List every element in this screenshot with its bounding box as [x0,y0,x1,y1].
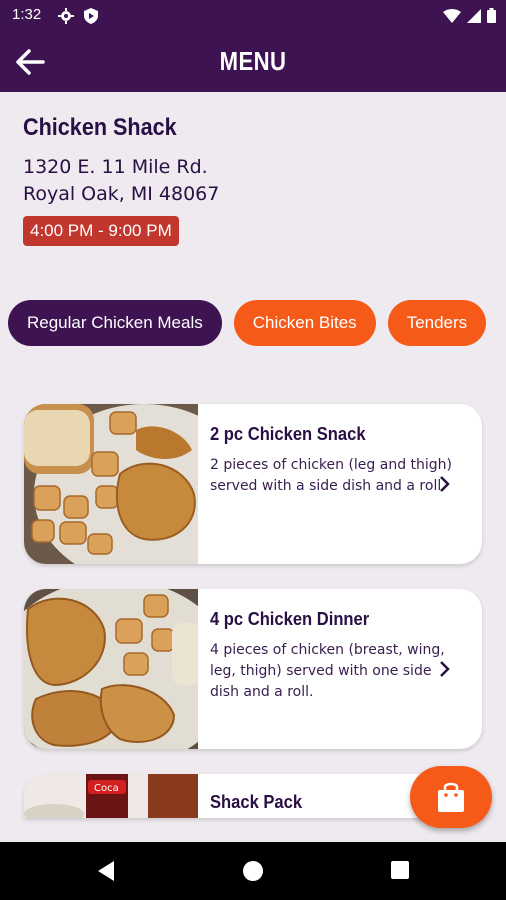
menu-item-description: 4 pieces of chicken (breast, wing, leg, … [210,642,445,700]
category-tabs: Regular Chicken Meals Chicken Bites Tend… [8,300,506,348]
app-bar: MENU [0,32,506,92]
battery-icon [487,8,496,27]
status-time: 1:32 [12,6,42,23]
nav-back-icon[interactable] [96,860,116,886]
menu-item-image: Coca [24,774,198,818]
nav-home-icon[interactable] [242,860,264,886]
menu-item-card[interactable]: 2 pc Chicken Snack 2 pieces of chicken (… [24,404,482,564]
wifi-icon [443,8,461,27]
settings-icon [58,8,74,28]
page-title: MENU [219,46,287,76]
restaurant-name: Chicken Shack [23,114,177,141]
address-line-1: 1320 E. 11 Mile Rd. [23,156,208,178]
system-nav-bar [0,842,506,900]
menu-item-image [24,589,198,749]
address-line-2: Royal Oak, MI 48067 [23,183,220,205]
menu-item-title: 4 pc Chicken Dinner [210,609,370,629]
restaurant-info: Chicken Shack 1320 E. 11 Mile Rd. Royal … [23,114,219,246]
shopping-bag-icon [438,782,464,812]
category-chip-tenders[interactable]: Tenders [387,300,487,346]
cart-button[interactable] [410,766,492,828]
menu-item-title: 2 pc Chicken Snack [210,424,366,444]
svg-text:Coca: Coca [94,783,119,794]
nav-recents-icon[interactable] [390,860,410,884]
restaurant-address: 1320 E. 11 Mile Rd. Royal Oak, MI 48067 [23,154,219,208]
category-chip-regular-chicken-meals[interactable]: Regular Chicken Meals [8,300,222,346]
hours-badge: 4:00 PM - 9:00 PM [23,216,179,246]
menu-item-description: 2 pieces of chicken (leg and thigh) serv… [210,457,453,494]
status-bar: 1:32 [0,0,506,32]
chevron-right-icon [440,476,450,492]
category-chip-chicken-bites[interactable]: Chicken Bites [233,300,376,346]
chevron-right-icon [440,661,450,677]
shield-icon [84,8,98,28]
menu-item-title: Shack Pack [210,792,303,812]
menu-item-image [24,404,198,564]
signal-icon [467,8,481,27]
menu-item-card[interactable]: 4 pc Chicken Dinner 4 pieces of chicken … [24,589,482,749]
